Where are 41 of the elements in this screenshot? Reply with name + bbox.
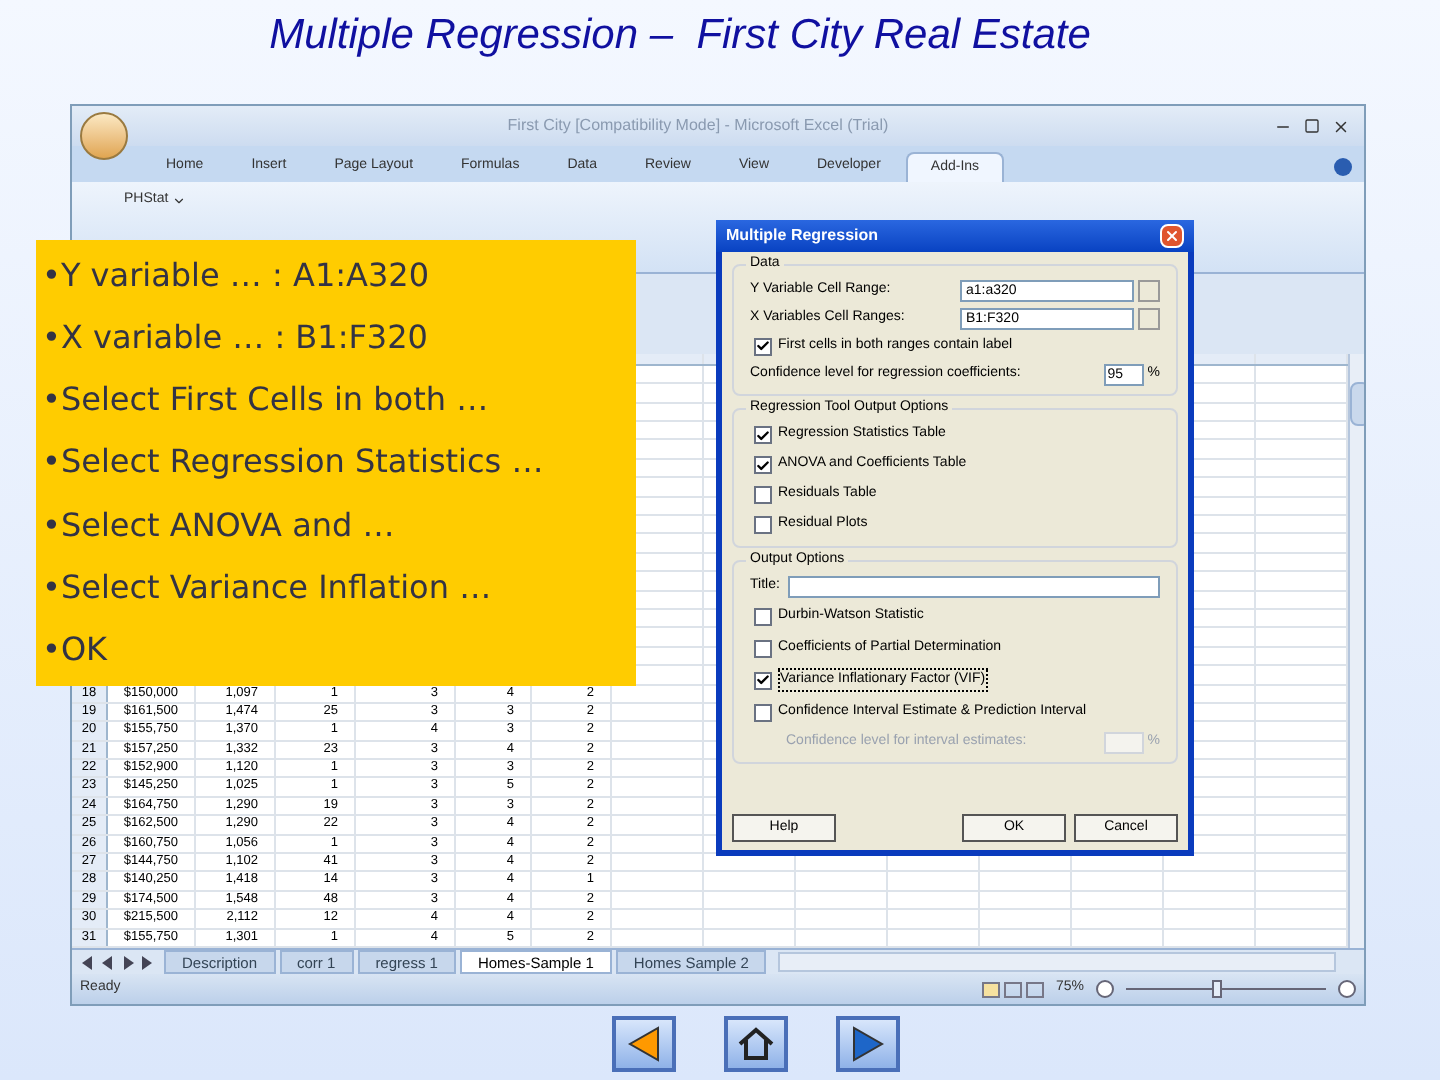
- checkbox[interactable]: [754, 703, 772, 721]
- checkbox[interactable]: [754, 486, 772, 504]
- right-triangle-icon: [847, 1023, 887, 1063]
- checkbox[interactable]: [754, 426, 772, 444]
- callout-item: •Select Regression Statistics …: [42, 442, 546, 483]
- slide-nav-button[interactable]: [835, 1015, 899, 1071]
- close-icon: [1164, 228, 1180, 244]
- callout-item: •Select ANOVA and …: [42, 505, 397, 546]
- maximize-icon[interactable]: [1304, 118, 1320, 134]
- zoom-slider[interactable]: [1126, 980, 1326, 998]
- interval-field[interactable]: [1103, 731, 1144, 753]
- slide-nav-button[interactable]: [723, 1015, 787, 1071]
- checkbox[interactable]: [754, 639, 772, 657]
- zoom-in-icon[interactable]: [1338, 980, 1356, 998]
- window-title: First City [Compatibility Mode] - Microsoft Excel (Trial): [505, 114, 891, 138]
- horizontal-scrollbar[interactable]: [778, 952, 1336, 972]
- checkbox[interactable]: [754, 456, 772, 474]
- title-field[interactable]: [787, 575, 1160, 597]
- slider-thumb[interactable]: [1212, 980, 1222, 998]
- checkbox[interactable]: [754, 671, 772, 689]
- view-buttons-icon[interactable]: [981, 981, 1044, 997]
- checkbox[interactable]: [754, 607, 772, 625]
- zoom-out-icon[interactable]: [1096, 980, 1114, 998]
- check-icon: [756, 338, 770, 355]
- slide-title: Multiple Regression – First City Real Estate: [269, 10, 1091, 63]
- vertical-scrollbar[interactable]: [1348, 354, 1364, 948]
- close-icon[interactable]: [1332, 117, 1350, 135]
- callout-item: •X variable … : B1:F320: [42, 317, 430, 358]
- caret-icon: [172, 193, 187, 207]
- check-icon: [756, 672, 770, 688]
- slide-nav-button[interactable]: [611, 1015, 675, 1071]
- callout-item: •Select Variance Inflation …: [42, 568, 494, 609]
- dialog-title: Multiple Regression: [726, 224, 881, 248]
- house-icon: [735, 1023, 775, 1063]
- callout-item: •OK: [42, 630, 110, 671]
- callout-item: •Y variable … : A1:A320: [42, 255, 431, 296]
- left-triangle-icon: [623, 1023, 663, 1063]
- checkbox[interactable]: [754, 337, 772, 356]
- close-button[interactable]: [1160, 224, 1184, 248]
- callout-item: •Select First Cells in both …: [42, 380, 491, 421]
- checkbox[interactable]: [754, 516, 772, 534]
